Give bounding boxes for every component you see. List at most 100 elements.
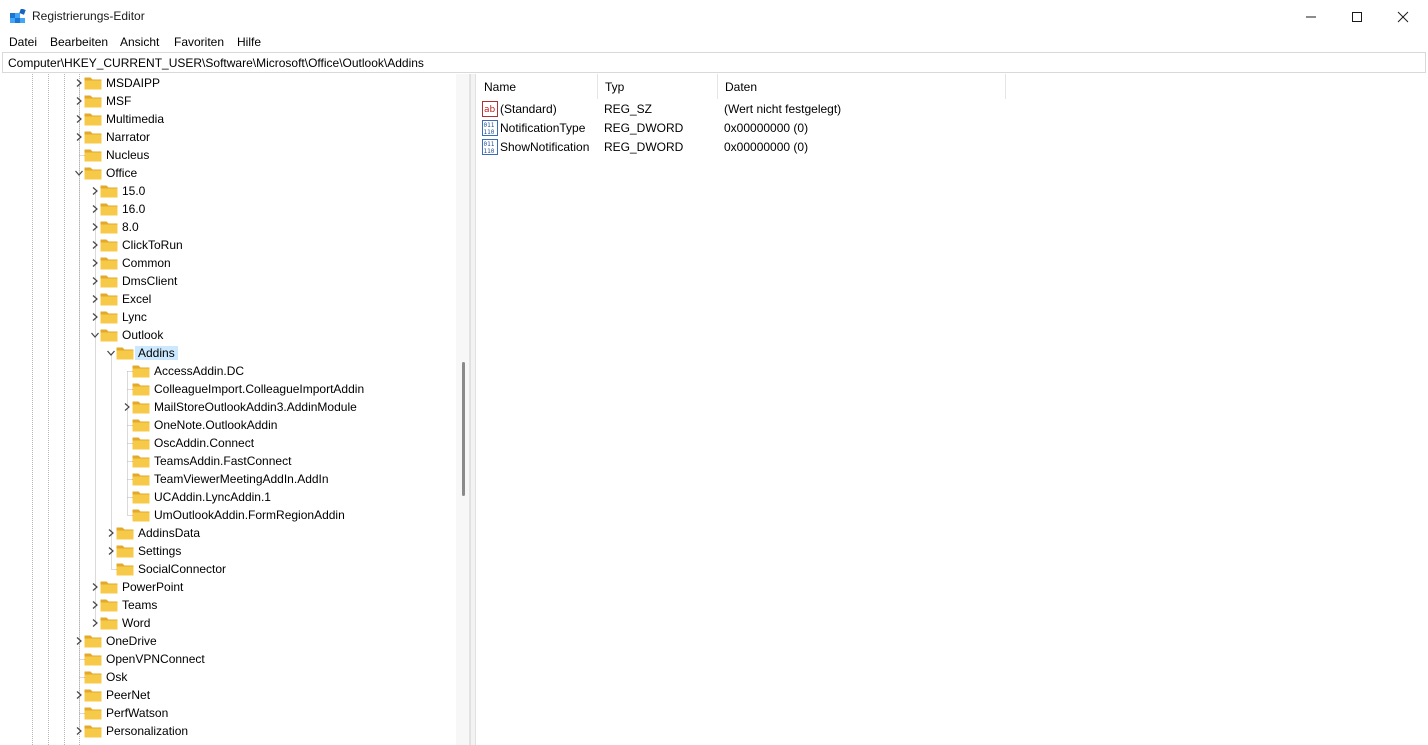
chevron-right-icon[interactable] (106, 528, 116, 538)
tree-item[interactable]: TeamsAddin.FastConnect (122, 452, 442, 470)
tree-item[interactable]: Addins (106, 344, 442, 362)
tree-item[interactable]: Lync (90, 308, 442, 326)
tree-item[interactable]: Osk (74, 668, 442, 686)
tree-item[interactable]: OneNote.OutlookAddin (122, 416, 442, 434)
tree-item[interactable]: MSF (74, 92, 442, 110)
tree-item[interactable]: OscAddin.Connect (122, 434, 442, 452)
value-type: REG_SZ (604, 102, 653, 116)
tree-item[interactable]: MailStoreOutlookAddin3.AddinModule (122, 398, 442, 416)
menu-ansicht[interactable]: Ansicht (120, 35, 159, 49)
chevron-right-icon[interactable] (90, 600, 100, 610)
column-header-name[interactable]: Name (477, 74, 598, 99)
chevron-right-icon[interactable] (74, 96, 84, 106)
tree-item[interactable]: 16.0 (90, 200, 442, 218)
folder-icon (100, 293, 118, 306)
chevron-right-icon[interactable] (90, 186, 100, 196)
value-row[interactable]: 011 110 ShowNotification REG_DWORD 0x0000000… (477, 137, 1417, 156)
chevron-down-icon[interactable] (90, 330, 100, 340)
tree-item[interactable]: Settings (106, 542, 442, 560)
chevron-right-icon[interactable] (74, 78, 84, 88)
chevron-right-icon[interactable] (90, 294, 100, 304)
pane-splitter[interactable] (470, 74, 476, 745)
tree-item[interactable]: DmsClient (90, 272, 442, 290)
chevron-right-icon[interactable] (106, 546, 116, 556)
chevron-right-icon[interactable] (90, 222, 100, 232)
chevron-right-icon[interactable] (74, 636, 84, 646)
tree-vertical-scrollbar[interactable] (456, 74, 469, 745)
folder-icon (100, 329, 118, 342)
tree-scrollbar-thumb[interactable] (462, 362, 465, 496)
tree-item[interactable]: AddinsData (106, 524, 442, 542)
tree-item[interactable]: Narrator (74, 128, 442, 146)
close-button[interactable] (1380, 0, 1426, 33)
tree-item-label: Narrator (106, 130, 151, 144)
tree-item[interactable]: OpenVPNConnect (74, 650, 442, 668)
tree-item-label: PeerNet (106, 688, 151, 702)
tree-item[interactable]: MSDAIPP (74, 74, 442, 92)
column-header-type[interactable]: Typ (598, 74, 718, 99)
tree-item[interactable]: OneDrive (74, 632, 442, 650)
chevron-right-icon[interactable] (90, 582, 100, 592)
chevron-right-icon[interactable] (122, 402, 132, 412)
tree-item[interactable]: SocialConnector (106, 560, 442, 578)
address-path[interactable]: Computer\HKEY_CURRENT_USER\Software\Micr… (8, 56, 424, 70)
chevron-down-icon[interactable] (106, 348, 116, 358)
chevron-right-icon[interactable] (90, 204, 100, 214)
menu-bearbeiten[interactable]: Bearbeiten (50, 35, 108, 49)
tree-item-label: MSDAIPP (106, 76, 161, 90)
key-tree-pane[interactable]: MSDAIPP MSF Multimedia Narrator Nucleus Offic… (2, 74, 470, 745)
tree-item[interactable]: Common (90, 254, 442, 272)
tree-item-label: Office (106, 166, 138, 180)
chevron-right-icon[interactable] (74, 132, 84, 142)
tree-item[interactable]: Excel (90, 290, 442, 308)
tree-item[interactable]: Office (74, 164, 442, 182)
tree-item-label: 8.0 (122, 220, 139, 234)
tree-item-label: Nucleus (106, 148, 150, 162)
tree-item[interactable]: UmOutlookAddin.FormRegionAddin (122, 506, 442, 524)
value-type: REG_DWORD (604, 140, 684, 154)
folder-icon (100, 221, 118, 234)
chevron-right-icon[interactable] (90, 276, 100, 286)
tree-item[interactable]: Nucleus (74, 146, 442, 164)
tree-item[interactable]: PowerPoint (90, 578, 442, 596)
tree-item[interactable]: Teams (90, 596, 442, 614)
tree-item[interactable]: TeamViewerMeetingAddIn.AddIn (122, 470, 442, 488)
tree-item[interactable]: 15.0 (90, 182, 442, 200)
address-bar[interactable]: Computer\HKEY_CURRENT_USER\Software\Micr… (2, 52, 1426, 73)
menu-datei[interactable]: Datei (9, 35, 37, 49)
minimize-button[interactable] (1288, 0, 1334, 33)
tree-item[interactable]: ColleagueImport.ColleagueImportAddin (122, 380, 442, 398)
chevron-right-icon[interactable] (90, 258, 100, 268)
tree-item[interactable]: 8.0 (90, 218, 442, 236)
tree-item-label: OneNote.OutlookAddin (154, 418, 278, 432)
chevron-right-icon[interactable] (90, 240, 100, 250)
value-name: ShowNotification (500, 140, 590, 154)
chevron-right-icon[interactable] (74, 726, 84, 736)
menu-favoriten[interactable]: Favoriten (174, 35, 224, 49)
maximize-button[interactable] (1334, 0, 1380, 33)
folder-icon (84, 77, 102, 90)
tree-item-label: PerfWatson (106, 706, 169, 720)
binary-value-icon: 011110 (482, 139, 498, 155)
chevron-right-icon[interactable] (74, 690, 84, 700)
tree-item[interactable]: UCAddin.LyncAddin.1 (122, 488, 442, 506)
menu-hilfe[interactable]: Hilfe (237, 35, 261, 49)
column-header-data[interactable]: Daten (718, 74, 1006, 99)
tree-item[interactable]: ClickToRun (90, 236, 442, 254)
tree-item[interactable]: Multimedia (74, 110, 442, 128)
chevron-right-icon[interactable] (90, 312, 100, 322)
value-type: REG_DWORD (604, 121, 684, 135)
tree-item[interactable]: Outlook (90, 326, 442, 344)
value-row[interactable]: ab (Standard) REG_SZ (Wert nicht festgelegt… (477, 99, 1417, 118)
tree-item[interactable]: Word (90, 614, 442, 632)
chevron-right-icon[interactable] (74, 114, 84, 124)
tree-item[interactable]: AccessAddin.DC (122, 362, 442, 380)
tree-item[interactable]: Personalization (74, 722, 442, 740)
chevron-down-icon[interactable] (74, 168, 84, 178)
tree-item[interactable]: PeerNet (74, 686, 442, 704)
values-pane[interactable]: Name Typ Daten ab (Standard) REG_SZ (Wert n… (477, 74, 1426, 745)
value-row[interactable]: 011 110 NotificationType REG_DWORD 0x0000000… (477, 118, 1417, 137)
tree-item[interactable]: PerfWatson (74, 704, 442, 722)
tree-item-label: TeamsAddin.FastConnect (154, 454, 292, 468)
chevron-right-icon[interactable] (90, 618, 100, 628)
